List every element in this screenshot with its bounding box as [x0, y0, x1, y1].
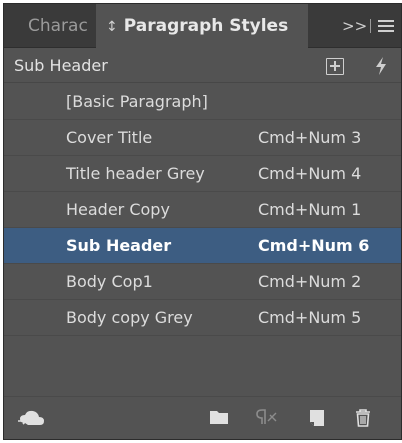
list-item[interactable]: Body copy Grey Cmd+Num 5: [4, 300, 401, 336]
new-style-group-icon[interactable]: [326, 58, 344, 75]
style-name: Body copy Grey: [66, 308, 193, 327]
tab-character[interactable]: Charac: [4, 4, 96, 48]
style-name: Sub Header: [66, 236, 172, 255]
list-item[interactable]: Title header Grey Cmd+Num 4: [4, 156, 401, 192]
new-style-icon[interactable]: [308, 409, 326, 427]
list-item[interactable]: [Basic Paragraph]: [4, 84, 401, 120]
cc-libraries-icon[interactable]: [16, 409, 48, 427]
trash-icon[interactable]: [354, 409, 372, 427]
paragraph-styles-panel: Charac ↕ Paragraph Styles >> Sub Header […: [3, 3, 402, 440]
style-name: [Basic Paragraph]: [66, 92, 208, 111]
panel-background: Charac ↕ Paragraph Styles >> Sub Header […: [0, 0, 402, 443]
style-shortcut: Cmd+Num 5: [258, 308, 362, 327]
style-shortcut: Cmd+Num 4: [258, 164, 362, 183]
style-shortcut: Cmd+Num 1: [258, 200, 362, 219]
current-style-header: Sub Header: [4, 49, 401, 83]
current-style-label: Sub Header: [14, 56, 108, 75]
list-item-selected[interactable]: Sub Header Cmd+Num 6: [4, 228, 401, 264]
style-list: [Basic Paragraph] Cover Title Cmd+Num 3 …: [4, 84, 401, 390]
tab-divider: [370, 19, 371, 33]
list-item[interactable]: Body Cop1 Cmd+Num 2: [4, 264, 401, 300]
panel-overflow-button[interactable]: >>: [342, 4, 367, 48]
style-name: Cover Title: [66, 128, 153, 147]
list-item[interactable]: Cover Title Cmd+Num 3: [4, 120, 401, 156]
style-shortcut: Cmd+Num 2: [258, 272, 362, 291]
style-name: Header Copy: [66, 200, 170, 219]
folder-icon[interactable]: [209, 409, 229, 425]
clear-overrides-icon[interactable]: [254, 409, 278, 425]
lightning-icon[interactable]: [374, 57, 388, 75]
panel-footer: [4, 396, 401, 439]
tab-paragraph-styles-label: Paragraph Styles: [123, 16, 289, 36]
style-name: Title header Grey: [66, 164, 205, 183]
style-shortcut: Cmd+Num 3: [258, 128, 362, 147]
updown-icon: ↕: [106, 19, 118, 35]
list-item[interactable]: Header Copy Cmd+Num 1: [4, 192, 401, 228]
style-name: Body Cop1: [66, 272, 153, 291]
tab-paragraph-styles[interactable]: ↕ Paragraph Styles: [96, 4, 308, 49]
panel-menu-icon[interactable]: [378, 20, 394, 32]
tab-bar: Charac ↕ Paragraph Styles >>: [4, 4, 401, 49]
style-shortcut: Cmd+Num 6: [258, 236, 370, 255]
